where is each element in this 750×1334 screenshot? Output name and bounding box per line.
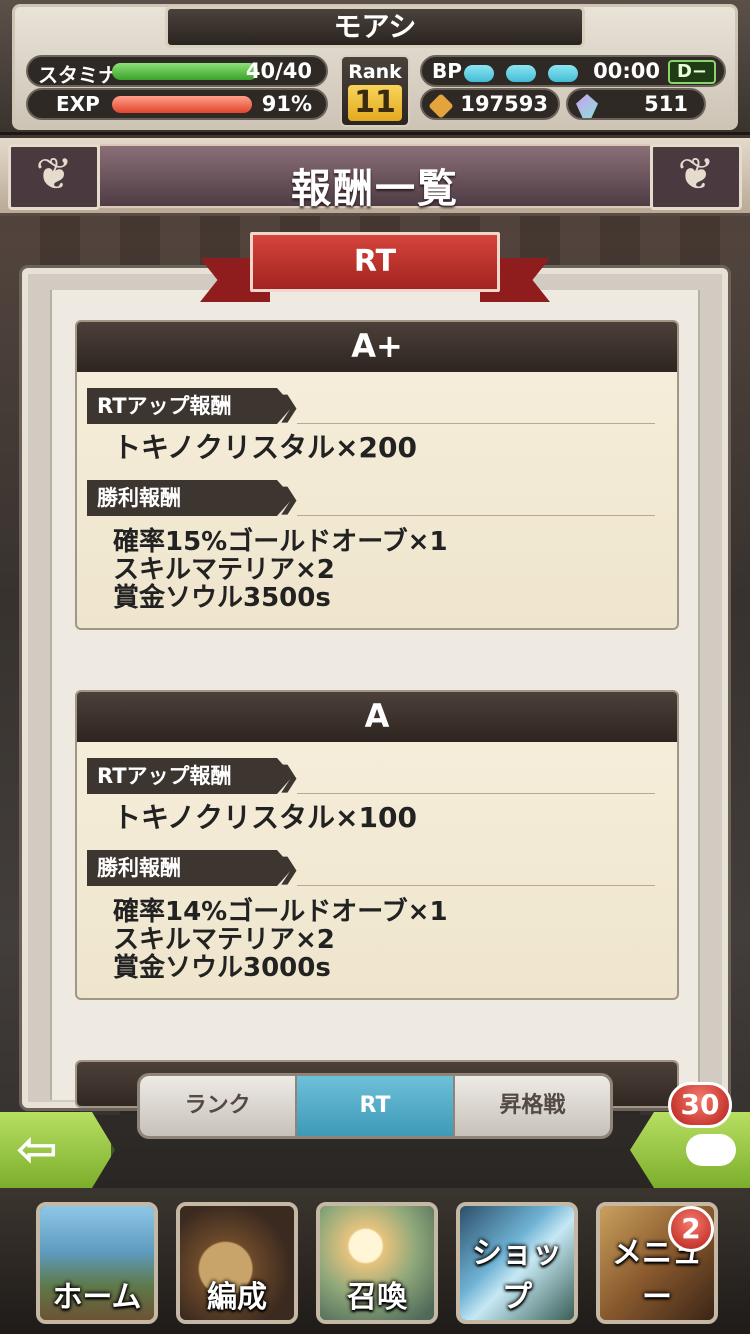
- rt-ribbon: RT: [200, 232, 550, 306]
- nav-label: 召喚: [347, 1280, 407, 1315]
- win-reward-line: 確率15%ゴールドオーブ×1: [113, 527, 448, 557]
- win-tag: 勝利報酬: [87, 850, 293, 886]
- nav-label: ショップ: [472, 1236, 562, 1315]
- ornament-left-icon: ❦: [8, 144, 100, 210]
- nav-formation-button[interactable]: 編成: [176, 1202, 298, 1324]
- stamina-bar: [112, 63, 258, 80]
- tab-rt[interactable]: RT: [297, 1076, 455, 1136]
- gold-value: 197593: [460, 92, 548, 116]
- bp-pill: [464, 65, 494, 82]
- title-banner: ❦ 報酬一覧 ❦: [0, 138, 750, 216]
- status-header: モアシ スタミナ 40/40 EXP 91% Rank 11 BP 00:00 …: [0, 0, 750, 135]
- chat-bubble-icon: [686, 1134, 736, 1166]
- bp-label: BP: [432, 59, 462, 83]
- stamina-label: スタミナ: [38, 63, 118, 87]
- tab-rank[interactable]: ランク: [140, 1076, 298, 1136]
- reward-card: A RTアップ報酬 ❯ トキノクリスタル×100 勝利報酬 ❯ 確率14%ゴール…: [75, 690, 679, 1000]
- bp-row: BP 00:00 D−: [420, 55, 726, 87]
- divider: [297, 515, 655, 516]
- exp-value: 91%: [261, 92, 312, 116]
- chevron-right-icon: ❯: [277, 390, 301, 423]
- chevron-right-icon: ❯: [277, 482, 301, 515]
- card-grade: A+: [77, 322, 677, 372]
- tab-promotion[interactable]: 昇格戦: [454, 1076, 610, 1136]
- win-reward-line: 賞金ソウル3500s: [113, 583, 331, 613]
- exp-bar: [112, 96, 252, 113]
- page-title: 報酬一覧: [291, 166, 459, 212]
- gold-row: 197593: [420, 88, 560, 120]
- nav-label: 編成: [207, 1280, 267, 1315]
- bp-pill: [506, 65, 536, 82]
- tab-bar: ランク RT 昇格戦: [137, 1073, 613, 1139]
- chevron-right-icon: ❯: [277, 852, 301, 885]
- arrow-left-icon: ⇦: [16, 1120, 58, 1178]
- chat-count-badge: 30: [668, 1082, 732, 1128]
- menu-notification-badge: 2: [668, 1206, 714, 1252]
- bottom-nav: ホーム 編成 召喚 ショップ メニュー: [0, 1188, 750, 1334]
- rt-up-label: RTアップ報酬: [97, 394, 232, 418]
- rt-up-label: RTアップ報酬: [97, 764, 232, 788]
- crystal-icon: [576, 94, 598, 118]
- chevron-right-icon: ❯: [277, 760, 301, 793]
- win-reward-line: スキルマテリア×2: [113, 555, 335, 585]
- nav-shop-button[interactable]: ショップ: [456, 1202, 578, 1324]
- bp-pill: [548, 65, 578, 82]
- win-label: 勝利報酬: [97, 486, 181, 510]
- win-reward-line: 賞金ソウル3000s: [113, 953, 331, 983]
- rt-up-tag: RTアップ報酬: [87, 388, 293, 424]
- ribbon-label: RT: [250, 232, 500, 292]
- ornament-right-icon: ❦: [650, 144, 742, 210]
- exp-label: EXP: [56, 92, 100, 116]
- reward-card: A+ RTアップ報酬 ❯ トキノクリスタル×200 勝利報酬 ❯ 確率15%ゴー…: [75, 320, 679, 630]
- rank-box: Rank 11: [340, 55, 410, 127]
- rt-up-tag: RTアップ報酬: [87, 758, 293, 794]
- divider: [297, 793, 655, 794]
- divider: [297, 423, 655, 424]
- exp-row: EXP 91%: [26, 88, 328, 120]
- rank-value: 11: [348, 85, 402, 121]
- crystal-value: 511: [644, 92, 688, 116]
- nav-label: ホーム: [52, 1280, 142, 1315]
- stamina-value: 40/40: [245, 59, 312, 83]
- divider: [297, 885, 655, 886]
- rank-label: Rank: [348, 61, 402, 83]
- win-reward-line: スキルマテリア×2: [113, 925, 335, 955]
- win-reward-line: 確率14%ゴールドオーブ×1: [113, 897, 448, 927]
- stamina-row: スタミナ 40/40: [26, 55, 328, 87]
- back-button[interactable]: ⇦: [0, 1112, 115, 1188]
- title-plate: 報酬一覧: [100, 144, 650, 212]
- nav-summon-button[interactable]: 召喚: [316, 1202, 438, 1324]
- card-grade: A: [77, 692, 677, 742]
- nav-home-button[interactable]: ホーム: [36, 1202, 158, 1324]
- player-name: モアシ: [165, 6, 585, 48]
- bp-timer: 00:00: [593, 59, 660, 83]
- bp-grade-badge: D−: [668, 60, 716, 84]
- rt-up-reward: トキノクリスタル×100: [113, 801, 417, 834]
- win-label: 勝利報酬: [97, 856, 181, 880]
- crystal-row: 511: [566, 88, 706, 120]
- gold-diamond-icon: [428, 93, 454, 119]
- win-tag: 勝利報酬: [87, 480, 293, 516]
- rt-up-reward: トキノクリスタル×200: [113, 431, 417, 464]
